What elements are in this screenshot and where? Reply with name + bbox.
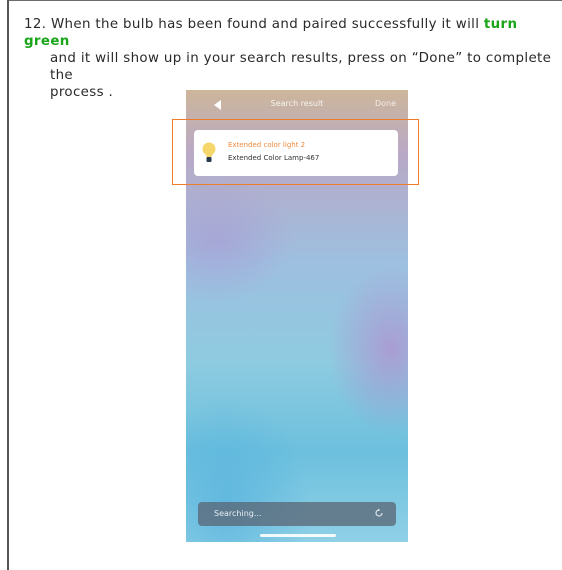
frame-top-border	[8, 0, 562, 1]
step-number: 12.	[24, 17, 47, 32]
searching-bar: Searching...	[198, 502, 396, 526]
home-indicator	[260, 534, 336, 537]
nav-bar: Search result Done	[186, 90, 408, 120]
orange-callout-box	[172, 119, 419, 185]
done-button[interactable]: Done	[375, 99, 396, 108]
searching-status: Searching...	[214, 509, 262, 518]
instruction-line2: and it will show up in your search resul…	[50, 51, 552, 83]
instruction-line1: When the bulb has been found and paired …	[50, 17, 484, 32]
refresh-icon[interactable]	[374, 508, 384, 518]
instruction-text: 12. When the bulb has been found and pai…	[24, 16, 554, 101]
frame-left-border	[7, 0, 9, 570]
